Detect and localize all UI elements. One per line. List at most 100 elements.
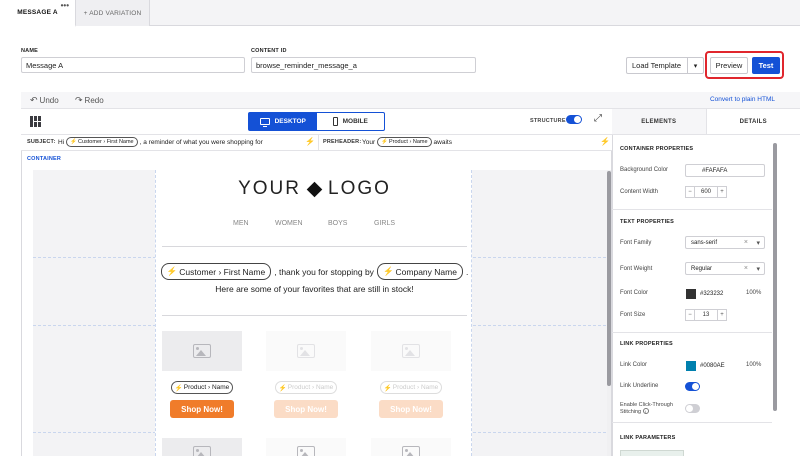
mobile-view-button[interactable]: MOBILE: [317, 113, 385, 130]
bolt-icon: ⚡: [382, 266, 394, 276]
product-image[interactable]: [371, 331, 451, 371]
preheader-input[interactable]: Your ⚡ Product › Name awaits: [362, 137, 452, 147]
increment-button[interactable]: +: [717, 186, 727, 198]
nav-link-men[interactable]: MEN: [233, 220, 249, 227]
desktop-label: DESKTOP: [274, 118, 306, 125]
product-name-token[interactable]: ⚡ Product › Name: [380, 381, 442, 394]
email-body[interactable]: YOUR LOGO MEN WOMEN BOYS GIRLS ⚡ Customer…: [155, 170, 472, 456]
font-weight-label: Font Weight: [620, 266, 653, 272]
link-color-label: Link Color: [620, 362, 648, 368]
customer-name-token[interactable]: ⚡ Customer › First Name: [160, 263, 272, 280]
tab-elements[interactable]: ELEMENTS: [612, 109, 707, 134]
nav-link-women[interactable]: WOMEN: [275, 220, 303, 227]
image-icon: [193, 344, 211, 358]
chevron-down-icon[interactable]: ▾: [756, 239, 760, 247]
sidebar-scrollbar[interactable]: [773, 143, 777, 411]
shop-now-button[interactable]: Shop Now!: [379, 400, 443, 418]
font-size-stepper[interactable]: − 13 +: [685, 309, 727, 321]
product-image[interactable]: [371, 438, 451, 456]
background-color-input[interactable]: #FAFAFA: [685, 164, 765, 177]
font-weight-select[interactable]: Regular × ▾: [685, 262, 765, 275]
product-card[interactable]: ⚡ Product › Name Shop Now!: [266, 331, 346, 418]
variation-tabs-bar: MESSAGE A ••• + ADD VARIATION: [0, 0, 800, 27]
convert-to-plain-html-link[interactable]: Convert to plain HTML: [710, 96, 775, 103]
font-color-label: Font Color: [620, 290, 649, 296]
add-variation-tab[interactable]: + ADD VARIATION: [76, 0, 150, 26]
nav-link-boys[interactable]: BOYS: [328, 220, 347, 227]
link-parameters-field[interactable]: [620, 450, 684, 456]
product-name-token[interactable]: ⚡ Product › Name: [171, 381, 233, 394]
product-name-label: Product › Name: [392, 384, 439, 391]
desktop-view-button[interactable]: DESKTOP: [249, 113, 317, 130]
preheader-token-label: Product › Name: [389, 139, 428, 145]
clear-icon[interactable]: ×: [744, 239, 748, 246]
font-color-input[interactable]: #323232: [685, 287, 743, 300]
subject-input[interactable]: Hi ⚡ Customer › First Name , a reminder o…: [58, 137, 263, 147]
undo-button[interactable]: ↶ Undo: [30, 95, 59, 106]
phone-icon: [332, 117, 338, 126]
company-name-token[interactable]: ⚡ Company Name: [376, 263, 463, 280]
link-color-input[interactable]: #0080AE: [685, 359, 743, 372]
color-swatch[interactable]: [686, 360, 696, 371]
font-color-opacity[interactable]: 100%: [746, 290, 761, 296]
chevron-down-icon[interactable]: ▾: [687, 58, 703, 73]
load-template-button[interactable]: Load Template ▾: [626, 57, 704, 74]
name-label: NAME: [21, 48, 38, 54]
font-family-select[interactable]: sans-serif × ▾: [685, 236, 765, 249]
product-card[interactable]: ⚡ Product › Name Shop Now!: [371, 331, 451, 418]
preheader-personalize-icon[interactable]: ⚡: [600, 137, 610, 146]
link-underline-toggle[interactable]: [685, 382, 700, 391]
logo[interactable]: YOUR LOGO: [156, 178, 471, 200]
content-width-stepper[interactable]: − 600 +: [685, 186, 727, 198]
increment-button[interactable]: +: [717, 309, 727, 321]
structure-toggle[interactable]: [566, 115, 582, 124]
font-color-value: #323232: [700, 290, 724, 297]
company-name-token-label: Company Name: [395, 266, 457, 277]
canvas-scrollbar[interactable]: [607, 171, 611, 386]
product-image[interactable]: [266, 438, 346, 456]
preheader-token[interactable]: ⚡ Product › Name: [377, 137, 432, 147]
preview-button[interactable]: Preview: [710, 57, 748, 74]
decrement-button[interactable]: −: [685, 186, 695, 198]
link-color-opacity[interactable]: 100%: [746, 362, 761, 368]
tab-message-a[interactable]: MESSAGE A •••: [0, 0, 76, 27]
product-card[interactable]: ⚡ Product › Name Shop Now!: [162, 331, 242, 418]
shop-now-button[interactable]: Shop Now!: [170, 400, 234, 418]
device-toggle: DESKTOP MOBILE: [248, 112, 385, 131]
clear-icon[interactable]: ×: [744, 265, 748, 272]
product-image[interactable]: [162, 438, 242, 456]
content-width-value[interactable]: 600: [695, 186, 717, 198]
link-color-value: #0080AE: [700, 362, 725, 369]
subject-token[interactable]: ⚡ Customer › First Name: [66, 137, 138, 147]
subject-personalize-icon[interactable]: ⚡: [305, 137, 315, 146]
product-name-label: Product › Name: [287, 384, 334, 391]
preheader-post: awaits: [433, 138, 452, 146]
font-size-label: Font Size: [620, 312, 646, 318]
font-family-label: Font Family: [620, 240, 652, 246]
shop-now-button[interactable]: Shop Now!: [274, 400, 338, 418]
decrement-button[interactable]: −: [685, 309, 695, 321]
more-options-icon[interactable]: •••: [61, 1, 69, 10]
container-label: CONTAINER: [27, 156, 62, 162]
color-swatch[interactable]: [686, 288, 696, 299]
greeting-subline[interactable]: Here are some of your favorites that are…: [156, 284, 471, 294]
click-through-toggle[interactable]: [685, 404, 700, 413]
product-image[interactable]: [266, 331, 346, 371]
product-name-token[interactable]: ⚡ Product › Name: [275, 381, 337, 394]
layout-grid-icon[interactable]: [30, 116, 41, 127]
divider: [318, 135, 319, 151]
redo-button[interactable]: ↷ Redo: [75, 95, 104, 106]
expand-icon[interactable]: ⤢: [594, 113, 602, 124]
font-size-value[interactable]: 13: [695, 309, 717, 321]
tab-details[interactable]: DETAILS: [706, 109, 800, 134]
product-image[interactable]: [162, 331, 242, 371]
customer-name-token-label: Customer › First Name: [179, 266, 266, 277]
info-icon[interactable]: i: [642, 408, 649, 414]
bolt-icon: ⚡: [278, 384, 287, 392]
greeting-text[interactable]: ⚡ Customer › First Name , thank you for s…: [156, 263, 471, 280]
name-input[interactable]: Message A: [21, 57, 245, 73]
chevron-down-icon[interactable]: ▾: [756, 265, 760, 273]
nav-link-girls[interactable]: GIRLS: [374, 220, 395, 227]
content-id-input[interactable]: browse_reminder_message_a: [251, 57, 476, 73]
test-button[interactable]: Test: [752, 57, 780, 74]
